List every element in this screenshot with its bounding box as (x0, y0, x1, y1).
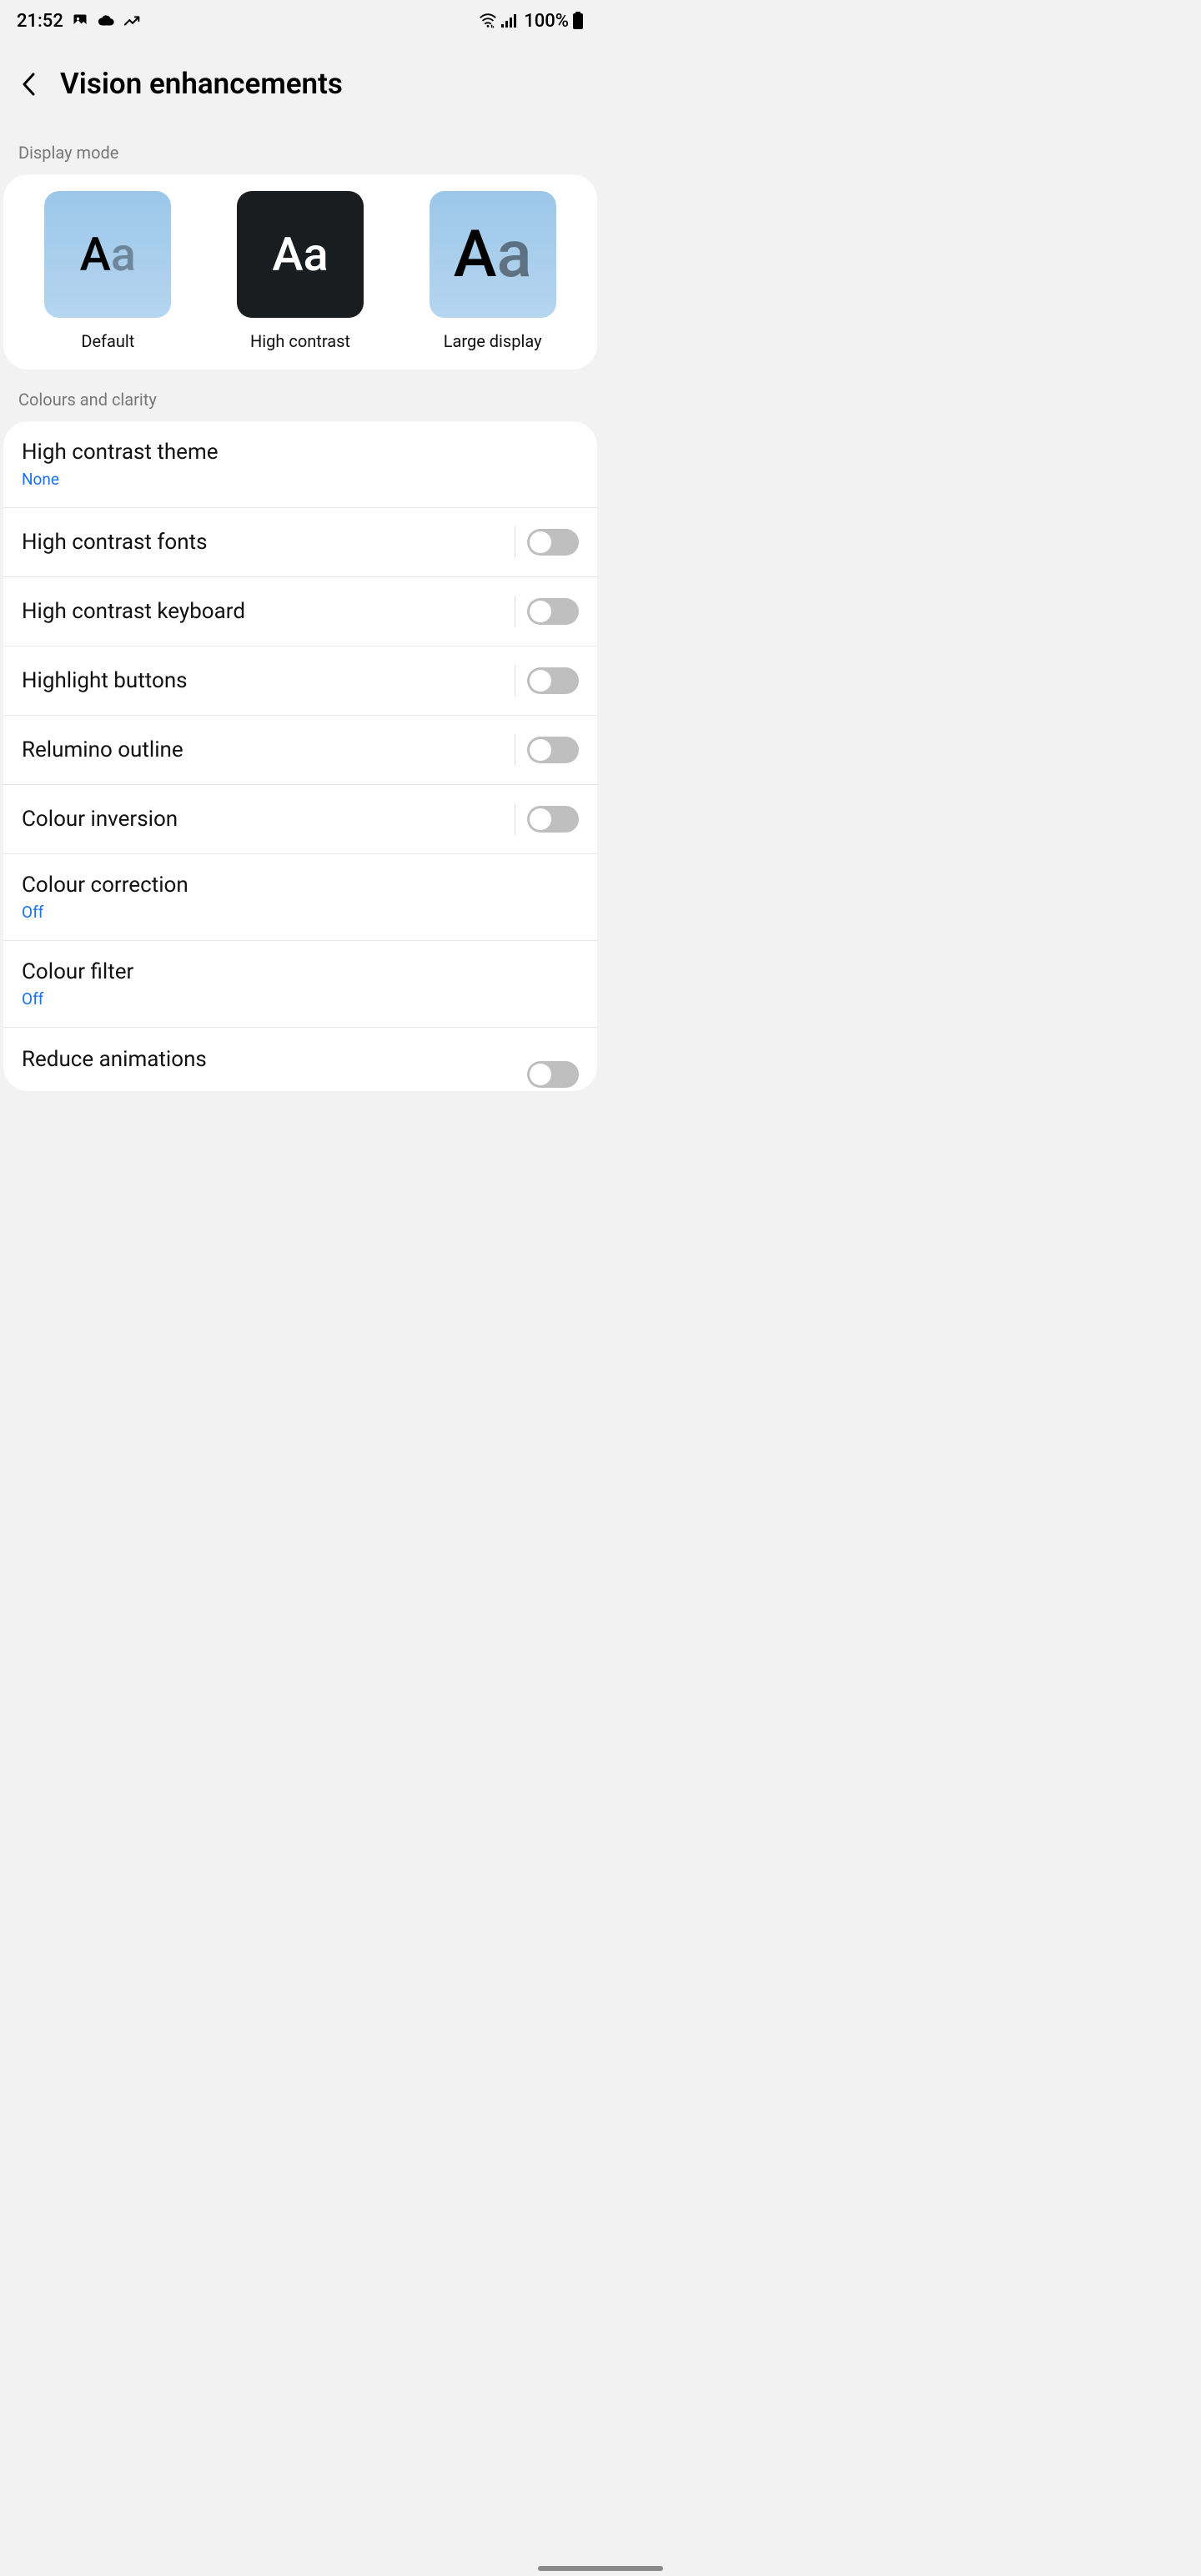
row-title: High contrast keyboard (22, 599, 245, 624)
mode-large-display[interactable]: Aa Large display (430, 191, 556, 351)
gallery-icon (72, 13, 88, 29)
row-colour-inversion[interactable]: Colour inversion (3, 785, 597, 854)
status-time: 21:52 (17, 11, 63, 32)
row-subtitle: Off (22, 989, 133, 1009)
battery-text: 100% (524, 11, 569, 32)
row-high-contrast-keyboard[interactable]: High contrast keyboard (3, 577, 597, 647)
toggle-high-contrast-fonts[interactable] (527, 529, 579, 556)
row-highlight-buttons[interactable]: Highlight buttons (3, 647, 597, 716)
row-reduce-animations[interactable]: Reduce animations (3, 1028, 597, 1091)
row-high-contrast-fonts[interactable]: High contrast fonts (3, 508, 597, 577)
row-title: Relumino outline (22, 737, 183, 762)
toggle-colour-inversion[interactable] (527, 806, 579, 833)
mode-label: Large display (444, 331, 542, 351)
wifi-icon (479, 13, 497, 29)
row-title: Colour inversion (22, 807, 178, 832)
signal-icon (500, 13, 517, 29)
mode-tile-default: Aa (44, 191, 171, 318)
section-header-colours: Colours and clarity (0, 370, 600, 421)
trend-icon (123, 13, 142, 29)
mode-tile-high-contrast: Aa (237, 191, 364, 318)
row-relumino-outline[interactable]: Relumino outline (3, 716, 597, 785)
status-bar: 21:52 100% (0, 0, 600, 42)
mode-high-contrast[interactable]: Aa High contrast (237, 191, 364, 351)
page-title: Vision enhancements (60, 67, 343, 101)
toggle-high-contrast-keyboard[interactable] (527, 598, 579, 625)
section-header-display-mode: Display mode (0, 134, 600, 174)
row-subtitle: None (22, 470, 219, 489)
row-title: Reduce animations (22, 1047, 207, 1072)
toggle-reduce-animations[interactable] (527, 1061, 579, 1088)
row-title: High contrast theme (22, 440, 219, 465)
toggle-relumino-outline[interactable] (527, 737, 579, 763)
display-mode-card: Aa Default Aa High contrast Aa Large dis… (3, 174, 597, 370)
status-right: 100% (479, 11, 584, 32)
mode-label: High contrast (250, 331, 350, 351)
nav-gesture-bar[interactable] (538, 2566, 663, 2571)
status-left: 21:52 (17, 11, 142, 32)
display-mode-options: Aa Default Aa High contrast Aa Large dis… (3, 174, 597, 370)
row-high-contrast-theme[interactable]: High contrast theme None (3, 421, 597, 508)
colours-card: High contrast theme None High contrast f… (3, 421, 597, 1091)
mode-label: Default (81, 331, 134, 351)
row-title: Colour filter (22, 959, 133, 984)
row-colour-correction[interactable]: Colour correction Off (3, 854, 597, 941)
cloud-icon (97, 13, 115, 29)
row-title: Highlight buttons (22, 668, 188, 693)
chevron-left-icon (21, 72, 38, 97)
row-title: Colour correction (22, 873, 188, 898)
battery-icon (572, 12, 584, 30)
page-header: Vision enhancements (0, 42, 600, 134)
row-title: High contrast fonts (22, 530, 208, 555)
mode-default[interactable]: Aa Default (44, 191, 171, 351)
back-button[interactable] (17, 72, 42, 97)
toggle-highlight-buttons[interactable] (527, 667, 579, 694)
row-colour-filter[interactable]: Colour filter Off (3, 941, 597, 1028)
mode-tile-large: Aa (430, 191, 556, 318)
row-subtitle: Off (22, 903, 188, 922)
